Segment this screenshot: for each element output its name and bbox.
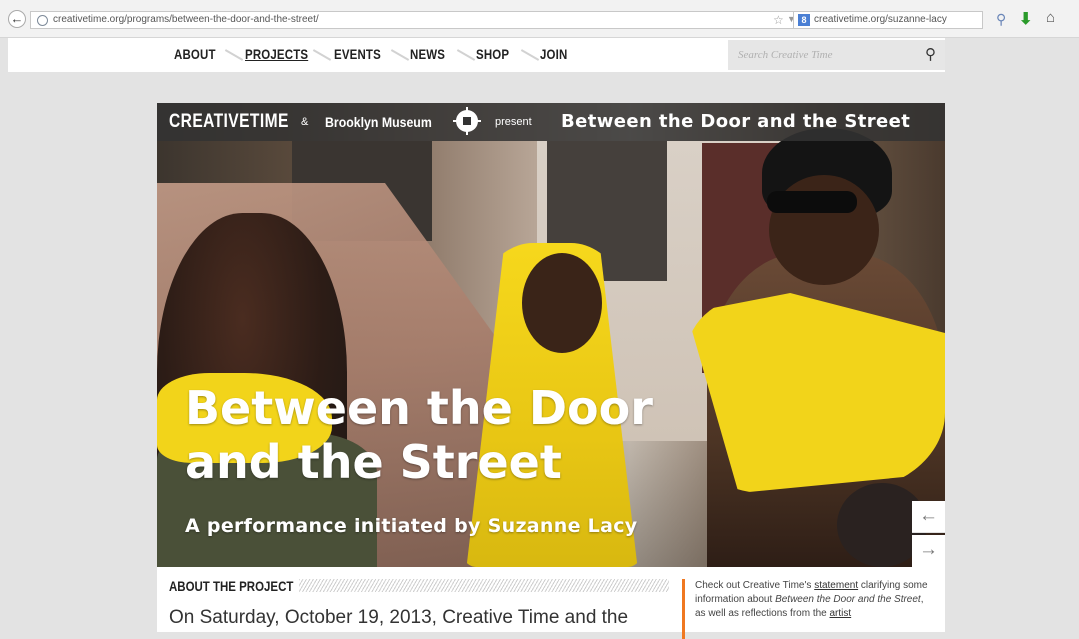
prev-arrow-icon[interactable]: ← [912, 501, 945, 533]
note-project-title: Between the Door and the Street [775, 594, 921, 605]
nav-about[interactable]: ABOUT [174, 46, 216, 62]
url-text: creativetime.org/programs/between-the-do… [53, 14, 319, 25]
hero-subline: A performance initiated by Suzanne Lacy [185, 515, 638, 537]
nav-separator [222, 47, 244, 63]
home-icon[interactable]: ⌂ [1046, 9, 1055, 26]
nav-separator [454, 47, 476, 63]
nav-join[interactable]: JOIN [540, 46, 567, 62]
note-text: Check out Creative Time's statement clar… [695, 579, 930, 621]
browser-toolbar: ← creativetime.org/programs/between-the-… [0, 0, 1079, 38]
back-arrow-icon[interactable]: ← [8, 10, 26, 28]
site-nav: ABOUT PROJECTS EVENTS NEWS SHOP JOIN ⚲ [8, 38, 945, 72]
about-body: On Saturday, October 19, 2013, Creative … [169, 607, 629, 628]
hero-headline: Between the Door and the Street [185, 381, 745, 489]
browser-search-text: creativetime.org/suzanne-lacy [814, 14, 947, 25]
ampersand: & [301, 116, 309, 128]
globe-icon [37, 15, 48, 26]
banner-title: Between the Door and the Street [561, 111, 911, 132]
address-bar[interactable]: creativetime.org/programs/between-the-do… [30, 11, 811, 29]
browser-search-field[interactable]: 8 creativetime.org/suzanne-lacy [793, 11, 983, 29]
about-heading: ABOUT THE PROJECT [169, 578, 294, 594]
brooklyn-museum-emblem-icon [453, 107, 481, 135]
about-section: ABOUT THE PROJECT On Saturday, October 1… [157, 567, 945, 639]
site-search-input[interactable] [738, 47, 908, 63]
download-icon[interactable]: ⬇ [1019, 9, 1032, 29]
hero-person-center [522, 253, 602, 353]
site-search-box: ⚲ [728, 40, 945, 70]
next-arrow-icon[interactable]: → [912, 535, 945, 567]
nav-events[interactable]: EVENTS [334, 46, 381, 62]
headline-line-2: and the Street [185, 435, 562, 489]
hero-sunglasses [767, 191, 857, 213]
statement-note: Check out Creative Time's statement clar… [682, 579, 930, 639]
artist-link[interactable]: artist [830, 608, 852, 619]
search-icon[interactable]: ⚲ [996, 11, 1006, 28]
bookmark-star-icon[interactable]: ☆ [773, 13, 784, 27]
nav-separator [310, 47, 332, 63]
creative-time-logo[interactable]: CREATIVETIME [169, 111, 289, 133]
nav-news[interactable]: NEWS [410, 46, 445, 62]
nav-separator [518, 47, 540, 63]
present-label: present [495, 116, 532, 128]
heading-divider [299, 579, 669, 592]
nav-shop[interactable]: SHOP [476, 46, 509, 62]
brooklyn-museum-logo[interactable]: Brooklyn Museum [325, 114, 432, 130]
hero-banner: CREATIVETIME & Brooklyn Museum present B… [157, 103, 945, 141]
search-icon[interactable]: ⚲ [925, 45, 936, 63]
statement-link[interactable]: statement [814, 580, 858, 591]
nav-projects[interactable]: PROJECTS [245, 46, 308, 62]
headline-line-1: Between the Door [185, 381, 653, 435]
search-engine-icon[interactable]: 8 [798, 14, 810, 26]
nav-separator [388, 47, 410, 63]
note-prefix: Check out Creative Time's [695, 580, 815, 591]
hero-image: CREATIVETIME & Brooklyn Museum present B… [157, 103, 945, 567]
